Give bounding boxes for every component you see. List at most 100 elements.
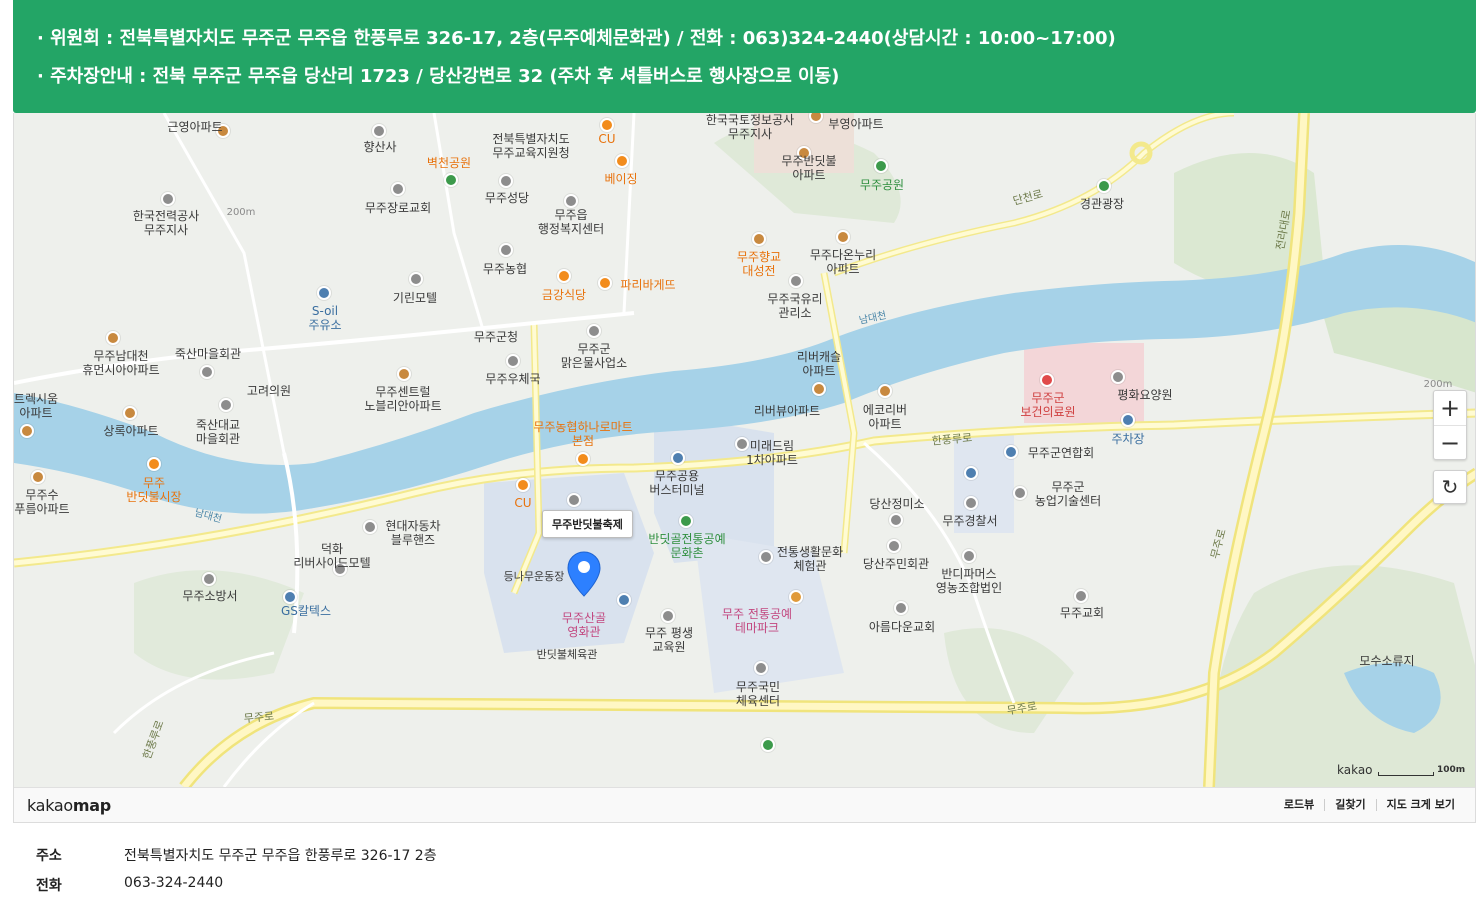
zoom-out-button[interactable]: − (1434, 425, 1466, 459)
temple-icon (372, 124, 386, 138)
office-icon (161, 192, 175, 206)
large-map-link[interactable]: 지도 크게 보기 (1375, 799, 1465, 811)
map-label: 향산사 (363, 140, 397, 154)
map-label: 평화요양원 (1117, 388, 1173, 402)
phone-value: 063-324-2440 (124, 875, 224, 891)
map-label: 무주우체국 (485, 372, 541, 386)
craft-village-icon (679, 514, 693, 528)
map-label: 무주읍 행정복지센터 (537, 208, 605, 236)
apartment-icon (123, 406, 137, 420)
festival-icon (567, 493, 581, 507)
office-icon (789, 274, 803, 288)
map-label: 무주군 보건의료원 (1020, 391, 1076, 419)
bank-icon (499, 243, 513, 257)
apartment-icon (878, 384, 892, 398)
map-label: 무주국유리 관리소 (767, 292, 823, 320)
restaurant-icon (557, 269, 571, 283)
apartment-icon (397, 367, 411, 381)
gas-station-icon (317, 286, 331, 300)
phone-key: 전화 (36, 878, 62, 894)
hospital-icon (1040, 373, 1054, 387)
parking-info: · 주차장안내 : 전북 무주군 무주읍 당산리 1723 / 당산강변로 32… (37, 66, 840, 87)
info-banner: · 위원회 : 전북특별자치도 무주군 무주읍 한풍루로 326-17, 2층(… (13, 0, 1476, 113)
map-label: S-oil 주유소 (308, 304, 342, 332)
hall-icon (200, 365, 214, 379)
refresh-icon: ↻ (1441, 475, 1459, 499)
sports-center-icon (754, 661, 768, 675)
mill-icon (889, 513, 903, 527)
market-icon (147, 457, 161, 471)
map-label: 상록아파트 (103, 424, 159, 438)
map-label: 미래드림 1차아파트 (746, 439, 798, 467)
altitude-label: 200m (226, 207, 256, 218)
parking-icon (1121, 413, 1135, 427)
nursing-home-icon (1111, 370, 1125, 384)
restaurant-icon (615, 154, 629, 168)
map-label: 근영아파트 (167, 120, 223, 134)
location-pin-icon[interactable] (567, 551, 601, 597)
map-label: 무주성당 (484, 191, 530, 205)
address-value: 전북특별자치도 무주군 무주읍 한풍루로 326-17 2층 (124, 848, 437, 864)
map-label: 고려의원 (246, 384, 292, 398)
office-icon (1013, 486, 1027, 500)
map-label: 에코리버 아파트 (862, 403, 908, 431)
map-label: 죽산마을회관 (174, 347, 242, 361)
map-label: CU (514, 496, 532, 510)
refresh-button[interactable]: ↻ (1433, 470, 1467, 504)
address-key: 주소 (36, 848, 62, 864)
association-icon (1004, 445, 1018, 459)
apartment-icon (20, 424, 34, 438)
map-canvas[interactable]: 근영아파트 향산사 전북특별자치도 무주교육지원청 CU 한국국토정보공사 무주… (14, 113, 1475, 787)
scale-brand: kakao (1337, 763, 1373, 777)
bus-terminal-icon (671, 451, 685, 465)
map-label: 기린모텔 (392, 291, 438, 305)
police-icon (964, 496, 978, 510)
directions-link[interactable]: 길찾기 (1324, 799, 1375, 811)
education-icon (661, 609, 675, 623)
map-label: 리버캐슬 아파트 (796, 350, 842, 378)
map-container: 근영아파트 향산사 전북특별자치도 무주교육지원청 CU 한국국토정보공사 무주… (13, 113, 1476, 823)
map-label: 트렉시움 아파트 (14, 392, 59, 420)
map-label: 부영아파트 (828, 117, 884, 131)
company-icon (962, 549, 976, 563)
parking-icon (617, 593, 631, 607)
car-service-icon (363, 520, 377, 534)
map-label: 무주센트럴 노블리안아파트 (364, 385, 442, 413)
office-icon (564, 194, 578, 208)
footer-links: 로드뷰 길찾기 지도 크게 보기 (1274, 799, 1465, 811)
road-label: 무주로 (243, 709, 275, 726)
kakao-map-logo[interactable]: kakaomap (27, 796, 111, 815)
park-icon (444, 173, 458, 187)
roadview-link[interactable]: 로드뷰 (1274, 799, 1324, 811)
apartment-icon (31, 470, 45, 484)
map-label: 무주농협하나로마트 본점 (533, 420, 633, 448)
apartment-icon (106, 331, 120, 345)
parking-icon (964, 466, 978, 480)
map-label: 무주공용 버스터미널 (649, 469, 705, 497)
map-footer: kakaomap 로드뷰 길찾기 지도 크게 보기 (14, 787, 1475, 822)
church-icon (391, 182, 405, 196)
scale-text: 100m (1437, 765, 1466, 775)
map-label: 무주 평생 교육원 (645, 626, 693, 654)
gas-station-icon (283, 590, 297, 604)
map-label: 무주수 푸름아파트 (14, 488, 70, 516)
map-label: 죽산대교 마을회관 (195, 418, 241, 446)
map-label: 무주군청 (473, 330, 519, 344)
apartment-icon (836, 230, 850, 244)
map-label: 무주향교 대성전 (736, 250, 782, 278)
map-label: 당산주민회관 (862, 557, 930, 571)
map-label: 무주남대천 휴먼시아아파트 (82, 349, 160, 377)
heritage-icon (752, 232, 766, 246)
map-label: 경관광장 (1079, 197, 1125, 211)
map-label: 모수소류지 (1359, 654, 1415, 668)
hotel-icon (409, 272, 423, 286)
zoom-in-button[interactable]: + (1434, 391, 1466, 425)
park-icon (874, 159, 888, 173)
apartment-icon (812, 382, 826, 396)
map-label: 반딧골전통공예 문화촌 (648, 532, 726, 560)
map-label: GS칼텍스 (280, 604, 332, 618)
convenience-store-icon (516, 478, 530, 492)
map-label: 무주공원 (859, 178, 905, 192)
map-label: 무주군 맑은물사업소 (560, 342, 628, 370)
hall-icon (887, 539, 901, 553)
